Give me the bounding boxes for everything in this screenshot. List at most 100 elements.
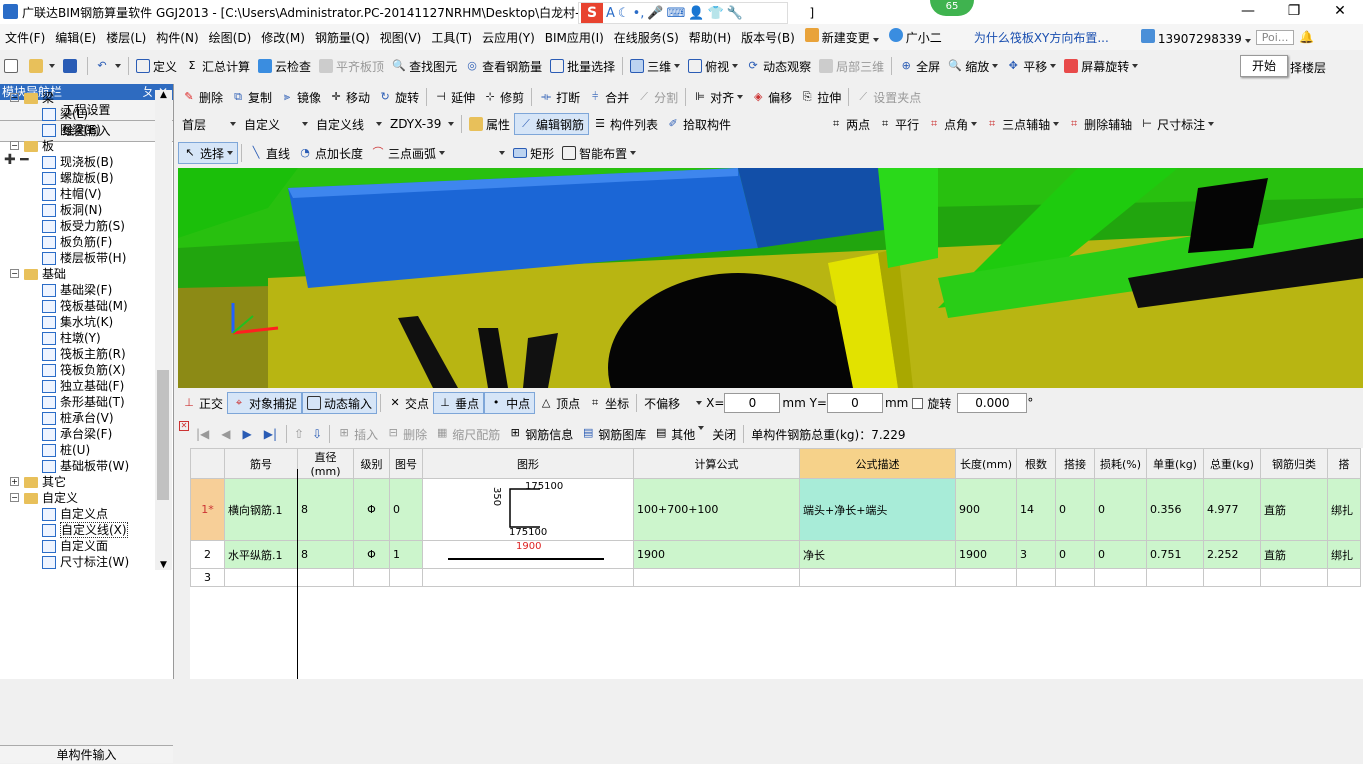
menu-rebar[interactable]: 钢筋量(Q) [310,29,375,46]
merge-button[interactable]: ⫩ 合并 [584,86,633,108]
col-bar-name[interactable]: 筋号 [224,448,298,479]
cell-count[interactable]: 14 [1016,478,1056,541]
3d-button[interactable]: 三维 [626,55,684,77]
collapse-icon[interactable]: − [10,493,19,502]
point-length-button[interactable]: ◔ 点加长度 [294,142,367,164]
define-button[interactable]: 定义 [132,55,181,77]
delete-axis-button[interactable]: ⌗ 删除辅轴 [1063,113,1136,135]
perpendicular-button[interactable]: ⊥ 垂点 [433,392,485,414]
col-lap[interactable]: 搭接 [1055,448,1095,479]
tree-item[interactable]: 梁(L) [0,106,155,122]
col-total-weight[interactable]: 总重(kg) [1203,448,1261,479]
tree-folder[interactable]: + 其它 [0,474,155,490]
expand-icon[interactable]: + [10,477,19,486]
col-length[interactable]: 长度(mm) [955,448,1017,479]
menu-modify[interactable]: 修改(M) [256,29,310,46]
two-point-axis-button[interactable]: ⌗ 两点 [825,113,874,135]
collapse-icon[interactable]: − [10,269,19,278]
tree-item[interactable]: 筏板基础(M) [0,298,155,314]
intersection-button[interactable]: ✕ 交点 [384,395,433,412]
set-grip-button[interactable]: ⟋ 设置夹点 [852,86,925,108]
table-row[interactable]: 2 水平纵筋.1 8 Φ 1 1900 1900 净长 1900 3 0 0 0… [190,540,1361,569]
cell-fig-no[interactable]: 1 [389,540,423,569]
code-select[interactable]: ZDYX-39 [386,113,458,135]
tree-folder[interactable]: − 板 [0,138,155,154]
cell-fig-no[interactable]: 0 [389,478,423,541]
tree-item[interactable]: 柱墩(Y) [0,330,155,346]
col-loss[interactable]: 损耗(%) [1094,448,1147,479]
cell-category[interactable]: 直筋 [1260,478,1328,541]
restore-button[interactable]: ❐ [1271,0,1317,24]
user-account[interactable]: 13907298339 [1136,28,1256,46]
midpoint-button[interactable]: • 中点 [484,392,536,414]
parallel-axis-button[interactable]: ⌗ 平行 [874,113,923,135]
cell-formula[interactable] [633,568,800,587]
cell-shape[interactable] [422,568,634,587]
col-category[interactable]: 钢筋归类 [1260,448,1328,479]
tree-item[interactable]: 桩承台(V) [0,410,155,426]
cloud-check-button[interactable]: 云检查 [254,55,315,77]
col-diameter[interactable]: 直径(mm) [297,448,354,479]
line-select[interactable]: 自定义线 [312,113,386,135]
local-3d-button[interactable]: 局部三维 [815,55,888,77]
scroll-thumb[interactable] [157,370,169,500]
menu-edit[interactable]: 编辑(E) [50,29,101,46]
edit-rebar-button[interactable]: ⟋ 编辑钢筋 [514,113,590,135]
three-point-axis-button[interactable]: ⌗ 三点辅轴 [981,113,1063,135]
prev-record-icon[interactable]: ◀ [221,427,230,441]
menu-cloud[interactable]: 云应用(Y) [477,29,540,46]
vertex-button[interactable]: △ 顶点 [535,395,584,412]
cell-length[interactable] [955,568,1017,587]
col-fig-no[interactable]: 图号 [389,448,423,479]
menu-file[interactable]: 文件(F) [0,29,50,46]
tree-item[interactable]: 桩(U) [0,442,155,458]
cell-diameter[interactable] [297,568,354,587]
collapse-icon[interactable]: − [10,93,19,102]
minimize-button[interactable]: — [1225,0,1271,24]
component-list-button[interactable]: ☰ 构件列表 [589,113,662,135]
cell-length[interactable]: 1900 [955,540,1017,569]
cell-total-weight[interactable]: 4.977 [1203,478,1261,541]
menu-tools[interactable]: 工具(T) [426,29,477,46]
question-link[interactable]: 为什么筏板XY方向布置... [969,29,1114,46]
other-button[interactable]: ▤ 其他 [650,425,708,443]
align-button[interactable]: ⊫ 对齐 [689,86,747,108]
popup-search[interactable]: Poi... [1255,29,1295,45]
tree-folder[interactable]: − 梁 [0,90,155,106]
extend-button[interactable]: ⊣ 延伸 [430,86,479,108]
collapse-icon[interactable]: − [10,141,19,150]
cell-unit-weight[interactable] [1146,568,1204,587]
tree-item[interactable]: 承台梁(F) [0,426,155,442]
dimension-button[interactable]: ⊢ 尺寸标注 [1136,113,1218,135]
cell-bar-name[interactable]: 横向钢筋.1 [224,478,298,541]
arc-option-select[interactable] [449,142,509,164]
pick-component-button[interactable]: ✐ 拾取构件 [662,113,735,135]
select-button[interactable]: ↖ 选择 [178,142,239,164]
line-button[interactable]: ╲ 直线 [245,142,294,164]
orbit-button[interactable]: ⟳ 动态观察 [742,55,815,77]
tree-item[interactable]: 圈梁(E) [0,122,155,138]
tree-item[interactable]: 板洞(N) [0,202,155,218]
cell-extra[interactable] [1327,568,1361,587]
calculate-button[interactable]: Σ 汇总计算 [181,55,254,77]
tree-item[interactable]: 尺寸标注(W) [0,554,155,570]
tree-item[interactable]: 楼层板带(H) [0,250,155,266]
coordinate-button[interactable]: ⌗ 坐标 [584,395,633,412]
tree-item[interactable]: 基础板带(W) [0,458,155,474]
cell-bar-name[interactable] [224,568,298,587]
tree-item[interactable]: 板受力筋(S) [0,218,155,234]
break-button[interactable]: ⟛ 打断 [535,86,584,108]
cell-count[interactable]: 3 [1016,540,1056,569]
tree-item[interactable]: 自定义点 [0,506,155,522]
close-grid-button[interactable]: 关闭 [708,426,740,443]
tree-item[interactable]: 自定义线(X) [0,522,155,538]
batch-select-button[interactable]: 批量选择 [546,55,619,77]
col-count[interactable]: 根数 [1016,448,1056,479]
angle-input[interactable]: 0.000 [957,393,1028,413]
move-up-icon[interactable]: ⇧ [294,427,304,441]
cell-loss[interactable]: 0 [1094,478,1147,541]
cell-unit-weight[interactable]: 0.751 [1146,540,1204,569]
cell-unit-weight[interactable]: 0.356 [1146,478,1204,541]
tree-item[interactable]: 筏板负筋(X) [0,362,155,378]
bell-icon[interactable]: 🔔 [1294,30,1319,44]
